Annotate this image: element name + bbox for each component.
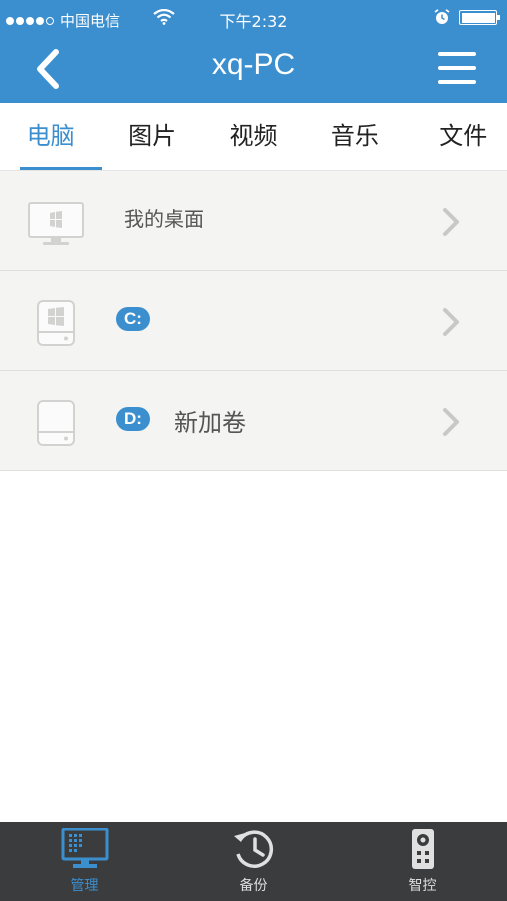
battery-icon bbox=[459, 10, 500, 25]
drive-letter-badge: C: bbox=[116, 307, 150, 331]
tab-computer[interactable]: 电脑 bbox=[0, 103, 103, 170]
list-item-drive-d[interactable]: D: 新加卷 bbox=[0, 371, 507, 471]
category-tabs: 电脑 图片 视频 音乐 文件 bbox=[0, 103, 507, 171]
nav-bar: xq-PC bbox=[0, 36, 507, 103]
backup-clock-icon bbox=[233, 830, 273, 868]
list-item-drive-c[interactable]: C: bbox=[0, 271, 507, 371]
chevron-right-icon bbox=[443, 408, 459, 436]
tabbar-label: 管理 bbox=[70, 878, 99, 894]
tab-pictures[interactable]: 图片 bbox=[101, 103, 202, 170]
tabbar-item-manage[interactable]: 管理 bbox=[0, 822, 169, 901]
menu-icon bbox=[438, 52, 476, 56]
drive-letter-badge: D: bbox=[116, 407, 150, 431]
tabbar-item-backup[interactable]: 备份 bbox=[169, 822, 338, 901]
chevron-left-icon bbox=[37, 49, 59, 89]
status-bar: 中国电信 下午2:32 bbox=[0, 0, 507, 36]
tabbar-label: 备份 bbox=[239, 878, 268, 894]
alarm-icon bbox=[434, 9, 450, 24]
monitor-grid-icon bbox=[61, 828, 108, 868]
status-time: 下午2:32 bbox=[219, 12, 288, 31]
app-header: 中国电信 下午2:32 xq-PC bbox=[0, 0, 507, 103]
list-item-desktop[interactable]: 我的桌面 bbox=[0, 171, 507, 271]
list-item-label: 新加卷 bbox=[174, 409, 246, 437]
tab-videos[interactable]: 视频 bbox=[203, 103, 304, 170]
remote-control-icon bbox=[411, 829, 434, 869]
location-list: 我的桌面 C: D: 新加卷 bbox=[0, 171, 507, 471]
tabbar-label: 智控 bbox=[408, 878, 437, 894]
chevron-right-icon bbox=[443, 208, 459, 236]
desktop-monitor-icon bbox=[28, 202, 84, 245]
list-item-label: 我的桌面 bbox=[124, 207, 204, 231]
chevron-right-icon bbox=[443, 308, 459, 336]
back-button[interactable] bbox=[24, 44, 74, 94]
bottom-tab-bar: 管理 备份 智控 bbox=[0, 822, 507, 901]
system-drive-icon bbox=[37, 300, 75, 346]
tab-music[interactable]: 音乐 bbox=[304, 103, 405, 170]
hard-drive-icon bbox=[37, 400, 75, 446]
tabbar-item-smart-control[interactable]: 智控 bbox=[338, 822, 507, 901]
menu-button[interactable] bbox=[430, 48, 482, 90]
tab-files[interactable]: 文件 bbox=[406, 103, 507, 170]
